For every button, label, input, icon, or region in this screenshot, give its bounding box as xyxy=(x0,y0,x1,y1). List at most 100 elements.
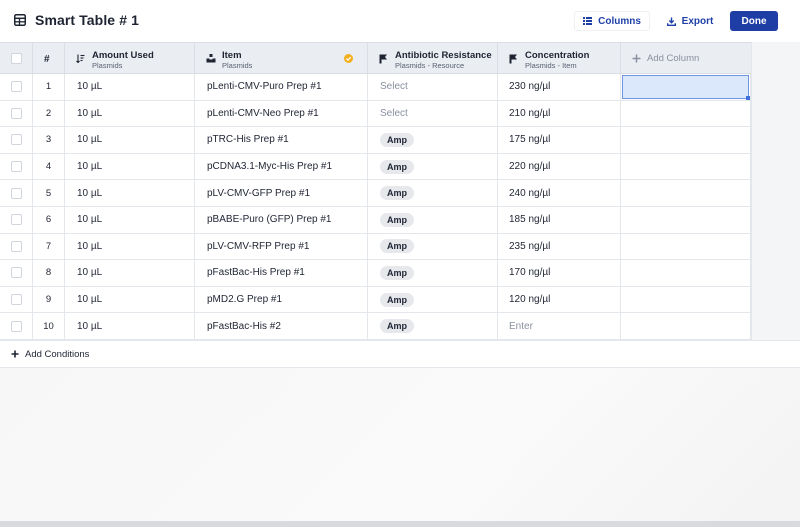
row-select-cell[interactable] xyxy=(0,260,33,286)
concentration-cell[interactable]: 220 ng/µl xyxy=(498,153,621,180)
item-cell[interactable]: pFastBac-His #2 xyxy=(195,313,368,339)
concentration-cell[interactable]: 175 ng/µl xyxy=(498,127,621,153)
bottom-scrollbar[interactable] xyxy=(0,521,800,527)
table-row[interactable]: 9 10 µL pMD2.G Prep #1 Amp 120 ng/µl xyxy=(0,286,751,314)
concentration-cell[interactable]: Enter xyxy=(498,313,621,339)
amount-cell[interactable]: 10 µL xyxy=(65,233,195,260)
concentration-cell[interactable]: 120 ng/µl xyxy=(498,286,621,313)
header-item-title: Item xyxy=(222,50,242,61)
row-select-cell[interactable] xyxy=(0,180,33,206)
amount-cell[interactable]: 10 µL xyxy=(65,207,195,233)
concentration-cell[interactable]: 235 ng/µl xyxy=(498,233,621,260)
antibiotic-tag: Amp xyxy=(380,319,414,334)
new-column-cell[interactable] xyxy=(621,180,751,206)
new-column-cell[interactable] xyxy=(621,74,751,100)
amount-cell[interactable]: 10 µL xyxy=(65,153,195,180)
row-select-cell[interactable] xyxy=(0,313,33,339)
item-cell[interactable]: pMD2.G Prep #1 xyxy=(195,286,368,313)
row-select-cell[interactable] xyxy=(0,207,33,233)
concentration-cell[interactable]: 230 ng/µl xyxy=(498,74,621,100)
row-checkbox[interactable] xyxy=(10,134,22,146)
row-checkbox[interactable] xyxy=(10,187,22,199)
item-cell[interactable]: pCDNA3.1-Myc-His Prep #1 xyxy=(195,153,368,180)
add-conditions-button[interactable]: Add Conditions xyxy=(0,340,800,368)
table-row[interactable]: 2 10 µL pLenti-CMV-Neo Prep #1 Select 210 ng… xyxy=(0,100,751,128)
header-number: # xyxy=(33,43,65,74)
header-select-all[interactable] xyxy=(0,43,33,74)
row-checkbox[interactable] xyxy=(10,161,22,173)
item-cell[interactable]: pLenti-CMV-Neo Prep #1 xyxy=(195,100,368,127)
add-column-button[interactable]: Add Column xyxy=(632,53,699,64)
header-item[interactable]: Item Plasmids xyxy=(195,43,368,74)
antibiotic-cell[interactable]: Amp xyxy=(368,180,498,206)
header-antibiotic-resistance[interactable]: Antibiotic Resistance Plasmids - Resourc… xyxy=(368,43,498,74)
amount-cell[interactable]: 10 µL xyxy=(65,127,195,153)
row-checkbox[interactable] xyxy=(10,81,22,93)
amount-cell[interactable]: 10 µL xyxy=(65,74,195,100)
amount-cell[interactable]: 10 µL xyxy=(65,180,195,206)
amount-cell[interactable]: 10 µL xyxy=(65,313,195,339)
row-select-cell[interactable] xyxy=(0,153,33,180)
table-row[interactable]: 6 10 µL pBABE-Puro (GFP) Prep #1 Amp 185 ng/… xyxy=(0,207,751,234)
new-column-cell[interactable] xyxy=(621,286,751,313)
amount-cell[interactable]: 10 µL xyxy=(65,100,195,127)
download-icon xyxy=(666,17,676,26)
row-checkbox[interactable] xyxy=(10,267,22,279)
concentration-value: 230 ng/µl xyxy=(509,81,551,93)
done-button[interactable]: Done xyxy=(730,11,778,31)
selected-cell-highlight[interactable] xyxy=(622,75,750,100)
new-column-cell[interactable] xyxy=(621,313,751,339)
item-cell[interactable]: pLenti-CMV-Puro Prep #1 xyxy=(195,74,368,100)
new-column-cell[interactable] xyxy=(621,100,751,127)
row-select-cell[interactable] xyxy=(0,127,33,153)
row-checkbox[interactable] xyxy=(10,320,22,332)
row-select-cell[interactable] xyxy=(0,233,33,260)
table-row[interactable]: 4 10 µL pCDNA3.1-Myc-His Prep #1 Amp 220 ng/… xyxy=(0,153,751,181)
columns-button[interactable]: Columns xyxy=(574,11,650,31)
empty-canvas xyxy=(0,368,800,527)
new-column-cell[interactable] xyxy=(621,127,751,153)
concentration-cell[interactable]: 210 ng/µl xyxy=(498,100,621,127)
table-row[interactable]: 1 10 µL pLenti-CMV-Puro Prep #1 Select 230 n… xyxy=(0,74,751,101)
new-column-cell[interactable] xyxy=(621,207,751,233)
antibiotic-cell[interactable]: Select xyxy=(368,100,498,127)
table-row[interactable]: 8 10 µL pFastBac-His Prep #1 Amp 170 ng/µl xyxy=(0,260,751,287)
row-checkbox[interactable] xyxy=(10,294,22,306)
export-button[interactable]: Export xyxy=(658,11,722,31)
item-cell[interactable]: pBABE-Puro (GFP) Prep #1 xyxy=(195,207,368,233)
amount-cell[interactable]: 10 µL xyxy=(65,286,195,313)
select-all-checkbox[interactable] xyxy=(11,53,22,64)
antibiotic-cell[interactable]: Amp xyxy=(368,286,498,313)
item-cell[interactable]: pFastBac-His Prep #1 xyxy=(195,260,368,286)
antibiotic-cell[interactable]: Select xyxy=(368,74,498,100)
antibiotic-cell[interactable]: Amp xyxy=(368,153,498,180)
antibiotic-tag: Amp xyxy=(380,132,414,147)
item-cell[interactable]: pTRC-His Prep #1 xyxy=(195,127,368,153)
row-checkbox[interactable] xyxy=(10,107,22,119)
row-select-cell[interactable] xyxy=(0,100,33,127)
new-column-cell[interactable] xyxy=(621,153,751,180)
row-checkbox[interactable] xyxy=(10,240,22,252)
row-checkbox[interactable] xyxy=(10,214,22,226)
antibiotic-cell[interactable]: Amp xyxy=(368,233,498,260)
concentration-cell[interactable]: 170 ng/µl xyxy=(498,260,621,286)
table-row[interactable]: 5 10 µL pLV-CMV-GFP Prep #1 Amp 240 ng/µl xyxy=(0,180,751,207)
antibiotic-cell[interactable]: Amp xyxy=(368,127,498,153)
row-select-cell[interactable] xyxy=(0,74,33,100)
new-column-cell[interactable] xyxy=(621,233,751,260)
item-cell[interactable]: pLV-CMV-GFP Prep #1 xyxy=(195,180,368,206)
header-amount-used[interactable]: Amount Used Plasmids xyxy=(65,43,195,74)
antibiotic-cell[interactable]: Amp xyxy=(368,260,498,286)
concentration-cell[interactable]: 240 ng/µl xyxy=(498,180,621,206)
table-row[interactable]: 7 10 µL pLV-CMV-RFP Prep #1 Amp 235 ng/µl xyxy=(0,233,751,261)
new-column-cell[interactable] xyxy=(621,260,751,286)
item-cell[interactable]: pLV-CMV-RFP Prep #1 xyxy=(195,233,368,260)
header-concentration[interactable]: Concentration Plasmids - Item xyxy=(498,43,621,74)
row-select-cell[interactable] xyxy=(0,286,33,313)
concentration-cell[interactable]: 185 ng/µl xyxy=(498,207,621,233)
table-row[interactable]: 3 10 µL pTRC-His Prep #1 Amp 175 ng/µl xyxy=(0,127,751,154)
amount-cell[interactable]: 10 µL xyxy=(65,260,195,286)
antibiotic-cell[interactable]: Amp xyxy=(368,313,498,339)
table-row[interactable]: 10 10 µL pFastBac-His #2 Amp Enter xyxy=(0,313,751,340)
antibiotic-cell[interactable]: Amp xyxy=(368,207,498,233)
